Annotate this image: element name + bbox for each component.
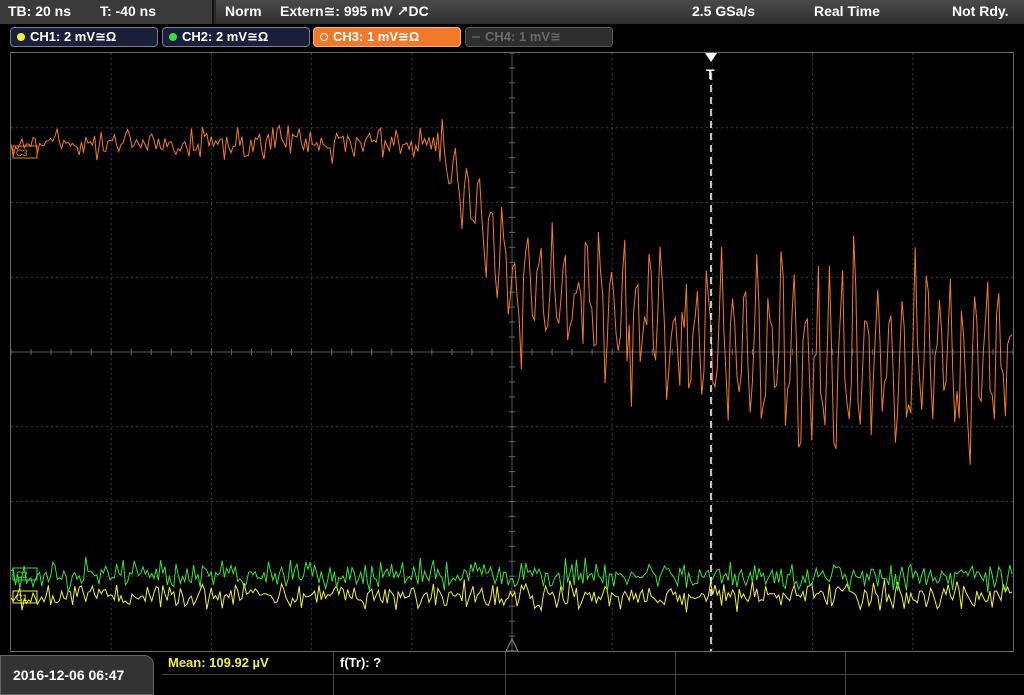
datetime-text: 2016-12-06 06:47 xyxy=(13,667,125,683)
acquisition-mode: Real Time xyxy=(814,3,880,19)
channel-1-dot-icon xyxy=(17,33,25,41)
channel-2-label: CH2: 2 mV≅Ω xyxy=(182,29,269,44)
graticule xyxy=(10,52,1014,652)
channel-3-dot-icon xyxy=(320,33,328,41)
ch3-ref-label: C3 xyxy=(16,148,28,158)
channel-1-tab[interactable]: CH1: 2 mV≅Ω xyxy=(10,27,158,47)
channel-2-tab[interactable]: CH2: 2 mV≅Ω xyxy=(162,27,310,47)
channel-4-dash-icon xyxy=(472,36,480,38)
ch2-ref-marker[interactable]: C2 xyxy=(12,567,38,581)
measurement-divider xyxy=(162,674,1024,675)
trigger-mode: Norm xyxy=(225,3,262,19)
channel-4-tab[interactable]: CH4: 1 mV≅ xyxy=(465,27,613,47)
trigger-arrow-icon[interactable] xyxy=(705,53,717,62)
top-status-bar: TB: 20 ns T: -40 ns Norm Extern≅: 995 mV… xyxy=(0,0,1024,24)
ch1-ref-marker[interactable]: C1 xyxy=(12,590,38,604)
channel-3-tab[interactable]: CH3: 1 mV≅Ω xyxy=(313,27,461,47)
waveform-display[interactable]: T C3 C2 C1 xyxy=(10,52,1014,652)
timebase-box[interactable]: TB: 20 ns T: -40 ns xyxy=(0,0,214,24)
mean-measurement: Mean: 109.92 µV xyxy=(168,655,269,670)
trigger-status-bar[interactable]: Norm Extern≅: 995 mV ↗DC 2.5 GSa/s Real … xyxy=(216,0,1024,24)
ch2-ref-label: C2 xyxy=(16,570,28,580)
ch3-ref-marker[interactable]: C3 xyxy=(12,145,38,159)
ftr-measurement: f(Tr): ? xyxy=(340,655,382,670)
channel-2-dot-icon xyxy=(169,33,177,41)
channel-1-label: CH1: 2 mV≅Ω xyxy=(30,29,117,44)
waveform-svg: T C3 C2 C1 xyxy=(10,52,1014,652)
channel-4-label: CH4: 1 mV≅ xyxy=(485,29,561,44)
ch1-ref-label: C1 xyxy=(16,593,28,603)
channel-tabs: CH1: 2 mV≅Ω CH2: 2 mV≅Ω CH3: 1 mV≅Ω CH4:… xyxy=(0,24,1024,50)
channel-3-label: CH3: 1 mV≅Ω xyxy=(333,29,420,44)
timebase-value: TB: 20 ns xyxy=(8,3,72,19)
trigger-time-value: T: -40 ns xyxy=(100,3,157,19)
measurement-table[interactable]: Mean: 109.92 µV f(Tr): ? xyxy=(162,652,1024,695)
datetime-box: 2016-12-06 06:47 xyxy=(0,655,154,695)
acquisition-status: Not Rdy. xyxy=(952,3,1009,19)
trigger-marker-label: T xyxy=(706,66,715,82)
sample-rate: 2.5 GSa/s xyxy=(692,3,756,19)
trigger-source: Extern≅: 995 mV ↗DC xyxy=(280,3,429,19)
